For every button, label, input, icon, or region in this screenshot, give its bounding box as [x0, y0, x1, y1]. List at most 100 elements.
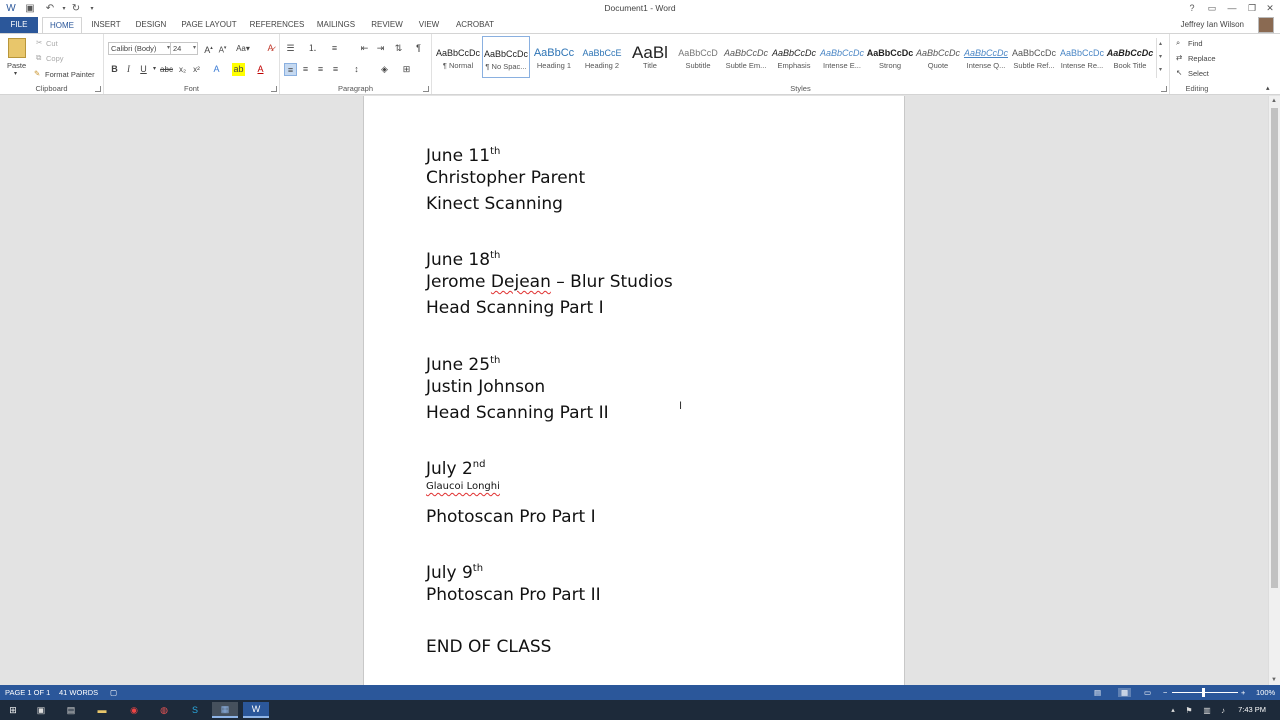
desktop-icon[interactable]: ▤ — [58, 702, 84, 718]
grow-font-icon[interactable]: A▴ — [202, 42, 215, 55]
word-taskbar-icon[interactable]: W — [243, 702, 269, 718]
doc-line-topic[interactable]: Head Scanning Part II — [426, 403, 609, 423]
shading-icon[interactable]: ◈ — [378, 63, 391, 76]
styles-launcher-icon[interactable] — [1161, 86, 1167, 92]
tab-mailings[interactable]: MAILINGS — [312, 17, 360, 33]
zoom-level[interactable]: 100% — [1256, 688, 1275, 697]
justify-icon[interactable]: ≡ — [329, 63, 342, 76]
doc-line-speaker[interactable]: Justin Johnson — [426, 377, 545, 397]
zoom-slider-thumb[interactable] — [1202, 688, 1205, 697]
replace-icon[interactable]: ⇄ — [1176, 53, 1182, 62]
superscript-icon[interactable]: x² — [190, 63, 203, 76]
doc-line-speaker[interactable]: Christopher Parent — [426, 168, 585, 188]
format-painter-icon[interactable]: ✎ — [34, 69, 40, 78]
tab-page-layout[interactable]: PAGE LAYOUT — [178, 17, 240, 33]
doc-line-topic[interactable]: Head Scanning Part I — [426, 298, 604, 318]
change-case-icon[interactable]: Aa▾ — [234, 42, 252, 55]
style-item[interactable]: AaBbCcDc Intense E... — [818, 36, 866, 78]
misspelled-word[interactable]: Dejean — [491, 272, 551, 292]
align-left-icon[interactable]: ≡ — [284, 63, 297, 76]
increase-indent-icon[interactable]: ⇥ — [374, 42, 387, 55]
scroll-up-icon[interactable]: ▲ — [1271, 98, 1277, 104]
strikethrough-icon[interactable]: abc — [160, 63, 173, 76]
tab-file[interactable]: FILE — [0, 17, 38, 33]
style-item[interactable]: AaBbCcDc ¶ Normal — [434, 36, 482, 78]
avatar[interactable] — [1258, 17, 1274, 33]
doc-line-speaker[interactable]: Jerome Dejean – Blur Studios — [426, 272, 673, 292]
document-page[interactable]: June 11th Christopher Parent Kinect Scan… — [363, 96, 905, 685]
user-name[interactable]: Jeffrey Ian Wilson — [1181, 20, 1244, 29]
tab-insert[interactable]: INSERT — [88, 17, 124, 33]
style-item[interactable]: AaBbCcDc ¶ No Spac... — [482, 36, 530, 78]
select-icon[interactable]: ↖ — [1176, 68, 1182, 77]
font-launcher-icon[interactable] — [271, 86, 277, 92]
align-center-icon[interactable]: ≡ — [299, 63, 312, 76]
format-painter-button[interactable]: Format Painter — [45, 70, 95, 79]
line-spacing-icon[interactable]: ↕ — [350, 63, 363, 76]
read-mode-icon[interactable]: ▤ — [1094, 688, 1101, 697]
doc-line-end[interactable]: END OF CLASS — [426, 637, 551, 657]
web-layout-icon[interactable]: ▭ — [1144, 688, 1151, 697]
tab-acrobat[interactable]: ACROBAT — [450, 17, 500, 33]
doc-line-june-25[interactable]: June 25th — [426, 351, 500, 375]
cut-icon[interactable]: ✂ — [36, 38, 42, 47]
proofing-icon[interactable]: ▢ — [110, 688, 117, 697]
document-area[interactable]: June 11th Christopher Parent Kinect Scan… — [0, 96, 1268, 685]
tab-references[interactable]: REFERENCES — [248, 17, 306, 33]
style-item[interactable]: AaBbCcDc Subtle Em... — [722, 36, 770, 78]
ribbon-display-icon[interactable]: ▭ — [1202, 1, 1222, 15]
cut-button[interactable]: Cut — [46, 39, 58, 48]
style-item[interactable]: AaBbCcDc Strong — [866, 36, 914, 78]
style-item[interactable]: AaBbCcDc Quote — [914, 36, 962, 78]
copy-button[interactable]: Copy — [46, 54, 64, 63]
shrink-font-icon[interactable]: A▾ — [216, 42, 229, 55]
find-button[interactable]: Find — [1188, 39, 1203, 48]
doc-line-topic[interactable]: Kinect Scanning — [426, 194, 563, 214]
font-color-icon[interactable]: A — [254, 63, 267, 76]
sort-icon[interactable]: ⇅ — [392, 42, 405, 55]
bold-icon[interactable]: B — [108, 63, 121, 76]
italic-icon[interactable]: I — [122, 63, 135, 76]
clock[interactable]: 7:43 PM — [1238, 705, 1266, 714]
skype-icon[interactable]: S — [182, 702, 208, 718]
vertical-scrollbar[interactable]: ▲ ▼ — [1268, 96, 1280, 685]
decrease-indent-icon[interactable]: ⇤ — [358, 42, 371, 55]
scroll-down-icon[interactable]: ▼ — [1271, 677, 1277, 683]
borders-icon[interactable]: ⊞ — [400, 63, 413, 76]
gallery-scroll[interactable]: ▴ ▾ ▾ — [1156, 38, 1164, 78]
word-count[interactable]: 41 WORDS — [59, 688, 98, 697]
tab-view[interactable]: VIEW — [414, 17, 444, 33]
paragraph-launcher-icon[interactable] — [423, 86, 429, 92]
style-item[interactable]: AaBbCcDc Intense Q... — [962, 36, 1010, 78]
style-item[interactable]: AaBbCcDc Emphasis — [770, 36, 818, 78]
style-item[interactable]: AaBbCcDc Subtle Ref... — [1010, 36, 1058, 78]
clipboard-launcher-icon[interactable] — [95, 86, 101, 92]
doc-line-june-18[interactable]: June 18th — [426, 246, 500, 270]
app-icon[interactable]: ▦ — [212, 702, 238, 718]
font-size-combo[interactable]: 24 ▾ — [170, 42, 198, 55]
minimize-icon[interactable]: — — [1222, 1, 1242, 15]
style-item[interactable]: AaBbCcD Subtitle — [674, 36, 722, 78]
multilevel-list-icon[interactable]: ≡ — [328, 42, 341, 55]
doc-line-july-2[interactable]: July 2nd — [426, 455, 485, 479]
zoom-out-icon[interactable]: − — [1163, 688, 1167, 697]
align-right-icon[interactable]: ≡ — [314, 63, 327, 76]
style-item[interactable]: AaBbCcDc Intense Re... — [1058, 36, 1106, 78]
numbering-icon[interactable]: ⒈ — [306, 42, 319, 55]
doc-line-topic[interactable]: Photoscan Pro Part II — [426, 585, 601, 605]
paste-dropdown-icon[interactable]: ▾ — [14, 70, 17, 77]
zoom-in-icon[interactable]: + — [1241, 688, 1245, 697]
font-family-combo[interactable]: Calibri (Body) ▾ — [108, 42, 172, 55]
clear-formatting-icon[interactable]: A̷ — [264, 42, 277, 55]
text-effects-icon[interactable]: A — [210, 63, 223, 76]
paste-button[interactable]: Paste — [7, 61, 26, 70]
select-button[interactable]: Select — [1188, 69, 1209, 78]
style-item[interactable]: AaBbCcDc Book Title — [1106, 36, 1154, 78]
subscript-icon[interactable]: x₂ — [176, 63, 189, 76]
highlight-icon[interactable]: ab — [232, 63, 245, 76]
show-formatting-icon[interactable]: ¶ — [412, 42, 425, 55]
collapse-ribbon-icon[interactable]: ▴ — [1266, 84, 1270, 92]
zoom-slider[interactable] — [1172, 692, 1238, 693]
find-icon[interactable]: ⌕ — [1176, 38, 1180, 48]
tab-review[interactable]: REVIEW — [366, 17, 408, 33]
